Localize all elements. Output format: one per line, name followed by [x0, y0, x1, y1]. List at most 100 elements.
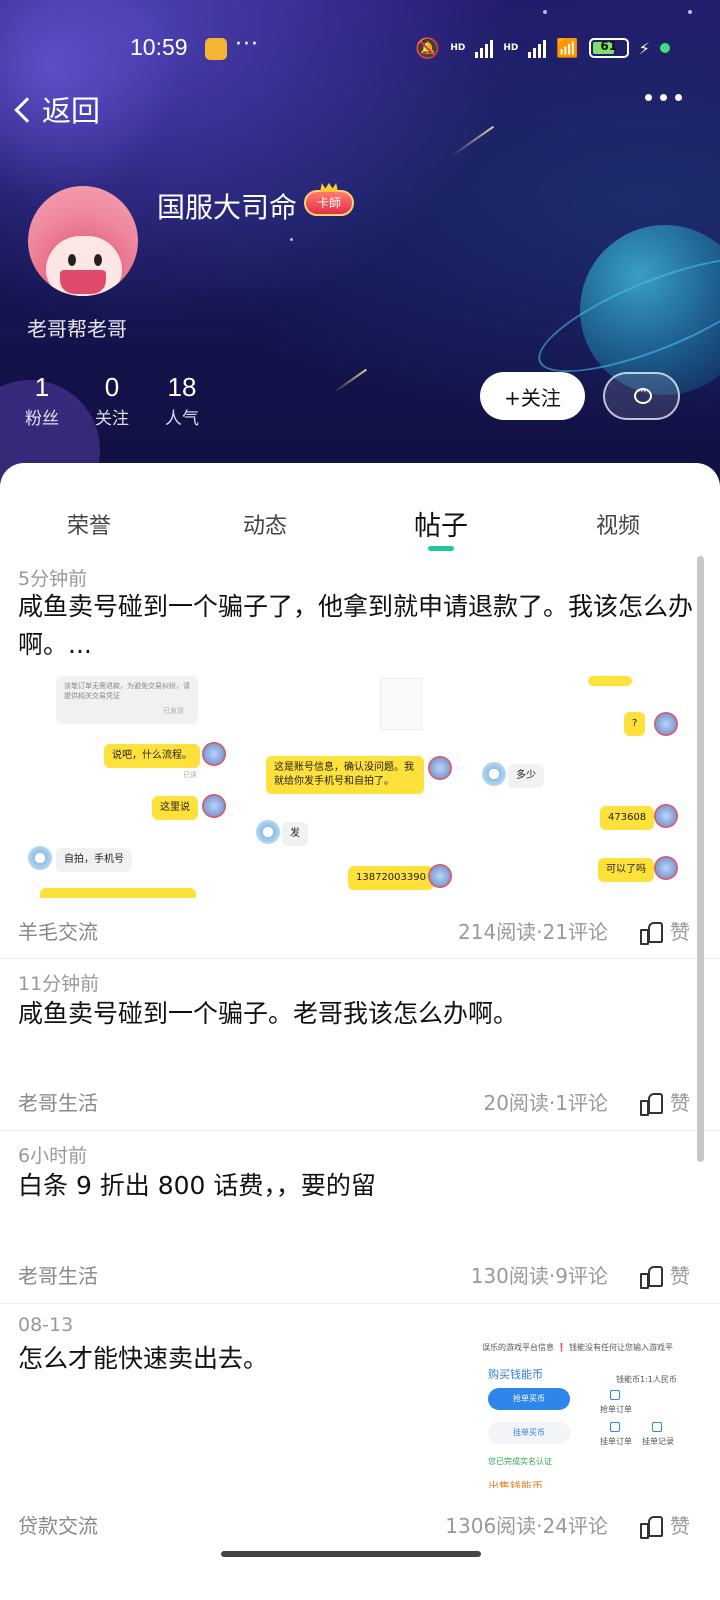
like-label: 赞 [670, 1264, 690, 1288]
stat-label: 粉丝 [25, 409, 59, 429]
pay-buy-title: 购买钱能币 [488, 1368, 543, 1381]
back-button[interactable]: 返回 [14, 88, 101, 130]
tab-bar: 荣誉 动态 帖子 视频 [0, 463, 720, 553]
star-decoration [290, 238, 293, 241]
chat-bubble [588, 676, 632, 686]
privacy-indicator-icon [660, 43, 670, 53]
like-button[interactable]: 赞 [640, 1510, 690, 1539]
chat-avatar [654, 804, 678, 828]
status-right: 🔕 HD HD 📶 61 ⚡ [415, 36, 670, 60]
network-label-1: HD [450, 43, 466, 53]
pay-verified: 您已完成实名认证 [488, 1457, 552, 1466]
charging-icon: ⚡ [638, 38, 650, 58]
vip-badge[interactable]: 卡師 [304, 190, 354, 216]
tab-videos[interactable]: 视频 [596, 508, 640, 540]
post-category[interactable]: 贷款交流 [18, 1510, 98, 1539]
more-dot-icon [645, 94, 652, 101]
chat-sent-label: 已发货 [163, 707, 184, 715]
post-time: 5分钟前 [18, 568, 88, 590]
post-item[interactable]: 6小时前 白条 9 折出 800 话费，，要的留 老哥生活 130阅读·9评论 … [0, 1131, 720, 1304]
profile-name: 国服大司命 [157, 191, 298, 224]
tab-posts[interactable]: 帖子 [414, 504, 468, 543]
home-indicator[interactable] [221, 1551, 481, 1557]
chat-avatar [428, 756, 452, 780]
stat-value: 18 [167, 372, 197, 402]
status-bar: 10:59 ··· 🔕 HD HD 📶 61 ⚡ [0, 32, 720, 68]
back-label: 返回 [42, 94, 101, 128]
active-tab-indicator [428, 546, 454, 551]
post-image-chat-screenshot[interactable]: 该笔订单无需退款，为避免交易纠纷，请提供相关交易凭证 已发货 ? 说吧，什么流程… [18, 676, 688, 898]
avatar-mask [60, 270, 106, 294]
battery-level: 61 [600, 39, 618, 53]
status-time: 10:59 [130, 34, 188, 60]
post-time: 11分钟前 [18, 973, 100, 995]
like-label: 赞 [670, 1514, 690, 1538]
pay-notice: 误乐的游戏平台信息 ❗ 钱能没有任何让您输入游戏平 [482, 1343, 674, 1352]
post-title: 白条 9 折出 800 话费，，要的留 [18, 1171, 376, 1200]
chat-bubble: 发 [282, 822, 308, 846]
like-button[interactable]: 赞 [640, 916, 690, 945]
network-label-2: HD [503, 43, 519, 53]
top-nav: 返回 [0, 88, 720, 132]
post-image-payment-screenshot[interactable]: 误乐的游戏平台信息 ❗ 钱能没有任何让您输入游戏平 购买钱能币 钱能币1:1人民… [476, 1338, 684, 1488]
chat-thumb-image [380, 678, 422, 730]
post-category[interactable]: 老哥生活 [18, 1087, 98, 1116]
post-title: 咸鱼卖号碰到一个骗子了，他拿到就申请退款了。我该怎么办啊。... [18, 592, 694, 659]
thumbs-up-icon [640, 921, 663, 945]
more-notifications-icon: ··· [235, 32, 259, 57]
stat-value: 1 [34, 372, 50, 402]
pay-rate: 钱能币1:1人民币 [616, 1375, 677, 1384]
chat-bubble: 473608 [600, 806, 655, 830]
chat-system-note: 该笔订单无需退款，为避免交易纠纷，请提供相关交易凭证 [56, 676, 198, 724]
stat-label: 人气 [165, 409, 199, 429]
chat-bubble: 这是账号信息，确认没问题。我就给你发手机号和自拍了。 [266, 756, 424, 794]
chat-bubble: 可以了吗 [598, 858, 654, 882]
chat-avatar [654, 856, 678, 880]
star-decoration [543, 10, 547, 14]
like-button[interactable]: 赞 [640, 1260, 690, 1289]
stat-value: 0 [104, 372, 120, 402]
battery-icon: 61 [588, 38, 629, 58]
avatar[interactable] [28, 186, 138, 296]
post-stats: 130阅读·9评论 [470, 1264, 608, 1288]
profile-stats: 1 粉丝 0 关注 18 人气 [24, 372, 200, 429]
stat-fans[interactable]: 1 粉丝 [24, 372, 60, 429]
chat-bubble: 说吧，什么流程。 [104, 744, 200, 768]
post-time: 08-13 [18, 1314, 74, 1336]
message-button[interactable] [603, 372, 680, 420]
stat-following[interactable]: 0 关注 [94, 372, 130, 429]
pay-grab-button: 抢单买币 [488, 1388, 570, 1410]
avatar-eye [94, 254, 102, 266]
chat-avatar [202, 794, 226, 818]
more-options-button[interactable] [645, 94, 682, 101]
tab-honors[interactable]: 荣誉 [67, 508, 111, 540]
chat-bubble: 自拍，手机号 [56, 848, 132, 872]
post-time: 6小时前 [18, 1145, 88, 1167]
post-stats: 20阅读·1评论 [483, 1091, 608, 1115]
like-label: 赞 [670, 1091, 690, 1115]
post-item[interactable]: 11分钟前 咸鱼卖号碰到一个骗子。老哥我该怎么办啊。 老哥生活 20阅读·1评论… [0, 959, 720, 1131]
post-category[interactable]: 羊毛交流 [18, 916, 98, 945]
thumbs-up-icon [640, 1092, 663, 1116]
chat-bubble: 多少 [508, 764, 544, 788]
mute-bell-icon: 🔕 [415, 36, 441, 60]
more-dot-icon [660, 94, 667, 101]
pay-list-records: 挂单记录 [642, 1437, 674, 1446]
chat-bubble: 这里说 [152, 796, 198, 820]
gallery-notification-icon [205, 38, 227, 60]
post-category[interactable]: 老哥生活 [18, 1260, 98, 1289]
chat-bubble: ? [624, 712, 646, 736]
pay-grab-orders: 抢单订单 [600, 1405, 632, 1414]
meteor-decoration [333, 368, 367, 394]
pay-list-orders: 挂单订单 [600, 1437, 632, 1446]
follow-button[interactable]: +关注 [480, 372, 585, 420]
avatar-eye [68, 254, 76, 266]
chat-read-label: 已读 [183, 771, 197, 779]
chat-avatar [256, 820, 280, 844]
order-icon [610, 1422, 620, 1432]
scrollbar[interactable] [697, 556, 704, 1162]
post-stats: 214阅读·21评论 [458, 920, 608, 944]
like-button[interactable]: 赞 [640, 1087, 690, 1116]
tab-activity[interactable]: 动态 [243, 508, 287, 540]
thumbs-up-icon [640, 1515, 663, 1539]
